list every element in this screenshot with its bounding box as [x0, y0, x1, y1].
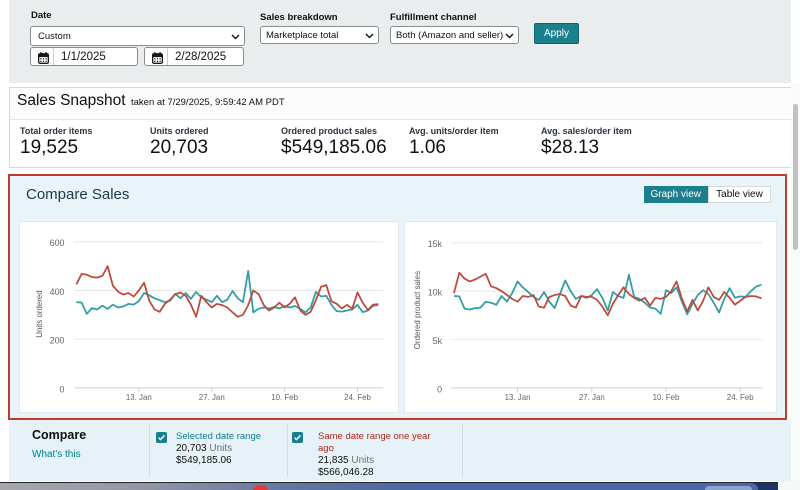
svg-text:24. Feb: 24. Feb: [726, 393, 753, 402]
svg-text:13. Jan: 13. Jan: [126, 393, 152, 402]
svg-text:200: 200: [50, 336, 65, 346]
svg-text:13. Jan: 13. Jan: [504, 393, 530, 402]
svg-text:10k: 10k: [427, 288, 442, 298]
svg-text:15k: 15k: [427, 239, 442, 249]
svg-text:10. Feb: 10. Feb: [652, 393, 679, 402]
svg-text:400: 400: [50, 287, 65, 297]
svg-text:Units ordered: Units ordered: [35, 290, 44, 337]
svg-text:10. Feb: 10. Feb: [271, 393, 298, 402]
svg-text:0: 0: [437, 384, 442, 394]
svg-text:5k: 5k: [432, 336, 442, 346]
svg-text:Ordered product sales: Ordered product sales: [412, 271, 421, 349]
svg-text:24. Feb: 24. Feb: [344, 393, 371, 402]
svg-text:0: 0: [60, 384, 65, 394]
svg-text:27. Jan: 27. Jan: [199, 393, 225, 402]
svg-text:27. Jan: 27. Jan: [578, 393, 604, 402]
svg-text:600: 600: [50, 238, 65, 248]
